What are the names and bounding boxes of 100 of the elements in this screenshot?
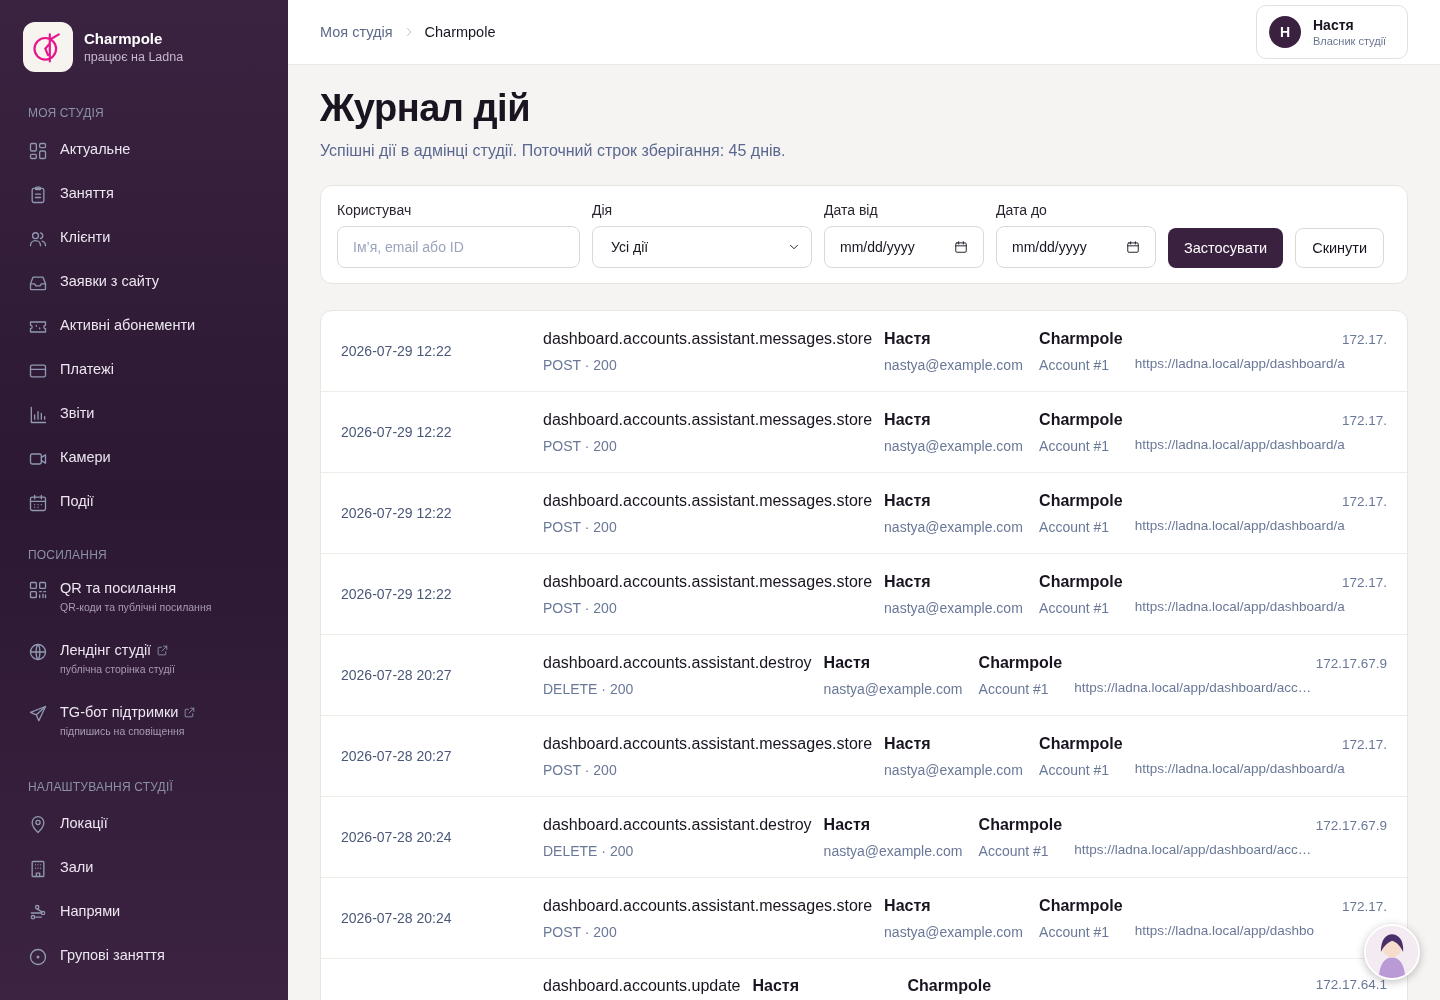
sidebar-item[interactable]: QR та посилання QR-коди та публічні посилання <box>0 572 288 634</box>
page-title: Журнал дій <box>320 87 531 130</box>
breadcrumb-link[interactable]: Моя студія <box>320 24 393 40</box>
account-id: Account #1 <box>1039 437 1111 454</box>
request-url: https://ladna.local/app/dashboard/acc… <box>1074 841 1312 857</box>
breadcrumb-current: Charmpole <box>424 24 496 40</box>
field-label: Дата від <box>824 202 879 218</box>
item-label: Лендінг студії <box>60 642 152 658</box>
user-name: Настя <box>823 653 872 672</box>
ip-address: 172.17. <box>1341 736 1387 752</box>
account-name: Charmpole <box>978 815 1063 834</box>
account-id: Account #1 <box>1039 356 1111 373</box>
item-label: TG-бот підтримки <box>60 704 179 720</box>
action-dropdown[interactable]: Усі дії <box>592 226 812 268</box>
section-heading: МОЯ СТУДІЯ <box>27 106 105 120</box>
sidebar-item[interactable]: Лендінг студії публічна сторінка студії <box>0 634 288 696</box>
item-subtitle: публічна сторінка студії <box>60 663 175 675</box>
sidebar-item[interactable]: Камери <box>0 438 288 482</box>
field-label: Дата до <box>996 202 1048 218</box>
globe-icon <box>28 642 48 662</box>
search-field[interactable]: Ім’я, email або ID <box>337 226 580 268</box>
user-email: nastya@example.com <box>884 599 1024 616</box>
sidebar-item[interactable]: Події <box>0 482 288 526</box>
page-subtitle: Успішні дії в адмінці студії. Поточний строк зберігання: 45 днів. <box>320 142 787 160</box>
item-subtitle: підпишись на сповіщення <box>60 725 186 737</box>
account-name: Charmpole <box>1039 410 1123 429</box>
account-id: Account #1 <box>1039 761 1111 778</box>
ip-address: 172.17.67.9 <box>1315 655 1387 671</box>
user-name: Настя <box>823 815 872 834</box>
brand-name: Charmpole <box>84 30 164 47</box>
date-cell-text: 2026-07-29 12:22 <box>341 343 453 359</box>
sidebar-item[interactable]: Активні абонементи <box>0 306 288 350</box>
sidebar-item[interactable]: Звіти <box>0 394 288 438</box>
sidebar-item[interactable]: Клієнти <box>0 218 288 262</box>
account-name: Charmpole <box>978 653 1063 672</box>
date-field[interactable]: mm/dd/yyyy <box>996 226 1156 268</box>
action-name: dashboard.accounts.assistant.messages.store <box>543 734 873 753</box>
account-id: Account #1 <box>1039 923 1111 940</box>
apply-button[interactable]: Застосувати <box>1168 228 1284 268</box>
request-url: https://ladna.local/app/dashboard/a <box>1134 355 1345 371</box>
account-name: Charmpole <box>1039 491 1123 510</box>
request-url: https://ladna.local/app/dashboard/acc… <box>1074 679 1312 695</box>
account-name: Charmpole <box>1039 329 1123 348</box>
request-status: POST · 200 <box>543 599 618 616</box>
user-name: Настя <box>1313 17 1355 33</box>
sidebar-item[interactable]: Актуальне <box>0 130 288 174</box>
account-name: Charmpole <box>907 977 992 995</box>
account-name: Charmpole <box>1039 572 1123 591</box>
dashboard-icon <box>28 141 48 161</box>
sidebar-item[interactable]: Заявки з сайту <box>0 262 288 306</box>
user-menu[interactable]: Н Настя Власник студії <box>1256 5 1408 59</box>
action-name: dashboard.accounts.update <box>543 977 741 995</box>
reset-button[interactable]: Скинути <box>1295 228 1385 268</box>
sidebar-item[interactable]: Напрями <box>0 892 288 936</box>
user-name: Настя <box>884 896 932 915</box>
request-url: https://ladna.local/app/dashbo <box>1134 922 1315 938</box>
calendar-icon <box>954 240 968 254</box>
date-cell-text: 2026-07-28 20:24 <box>341 829 453 845</box>
action-name: dashboard.accounts.assistant.messages.store <box>543 572 873 591</box>
user-email: nastya@example.com <box>823 680 964 697</box>
user-email: nastya@example.com <box>884 356 1024 373</box>
user-email: nastya@example.com <box>823 842 964 859</box>
request-status: POST · 200 <box>543 761 618 778</box>
date-cell-text: 2026-07-28 20:24 <box>341 910 453 926</box>
sidebar-item[interactable]: Платежі <box>0 350 288 394</box>
brand-tagline: працює на Ladna <box>84 50 184 64</box>
user-email: nastya@example.com <box>884 761 1024 778</box>
user-name: Настя <box>884 734 932 753</box>
action-name: dashboard.accounts.assistant.messages.store <box>543 491 873 510</box>
item-subtitle: QR-коди та публічні посилання <box>60 601 212 613</box>
date-cell-text: 2026-07-29 12:22 <box>341 586 453 602</box>
sidebar-item[interactable]: Зали <box>0 848 288 892</box>
user-role: Власник студії <box>1313 35 1387 47</box>
logo-icon <box>23 22 73 72</box>
field-label: Користувач <box>337 202 413 218</box>
user-name: Настя <box>884 410 932 429</box>
ip-address: 172.17. <box>1341 493 1387 509</box>
sidebar-item[interactable]: Заняття <box>0 174 288 218</box>
account-id: Account #1 <box>978 842 1050 859</box>
sidebar-item[interactable]: Локації <box>0 804 288 848</box>
action-name: dashboard.accounts.assistant.destroy <box>543 815 812 834</box>
sidebar-item[interactable]: TG-бот підтримки підпишись на сповіщення <box>0 696 288 758</box>
user-name: Настя <box>752 977 800 995</box>
user-email: nastya@example.com <box>884 923 1024 940</box>
ip-address: 172.17.64.1 <box>1315 977 1387 992</box>
account-id: Account #1 <box>978 680 1050 697</box>
date-field[interactable]: mm/dd/yyyy <box>824 226 984 268</box>
section-heading: ПОСИЛАННЯ <box>27 548 108 562</box>
section-heading: НАЛАШТУВАННЯ СТУДІЇ <box>27 780 174 794</box>
request-status: DELETE · 200 <box>543 842 635 859</box>
ip-address: 172.17.67.9 <box>1315 817 1387 833</box>
target-icon <box>28 947 48 967</box>
ip-address: 172.17. <box>1341 898 1387 914</box>
sidebar-item[interactable]: Групові заняття <box>0 936 288 980</box>
date-cell-text: 2026-07-29 12:22 <box>341 505 453 521</box>
users-icon <box>28 229 48 249</box>
calendar-icon <box>28 493 48 513</box>
account-name: Charmpole <box>1039 896 1123 915</box>
account-id: Account #1 <box>1039 599 1111 616</box>
item-label: QR та посилання <box>60 580 176 596</box>
